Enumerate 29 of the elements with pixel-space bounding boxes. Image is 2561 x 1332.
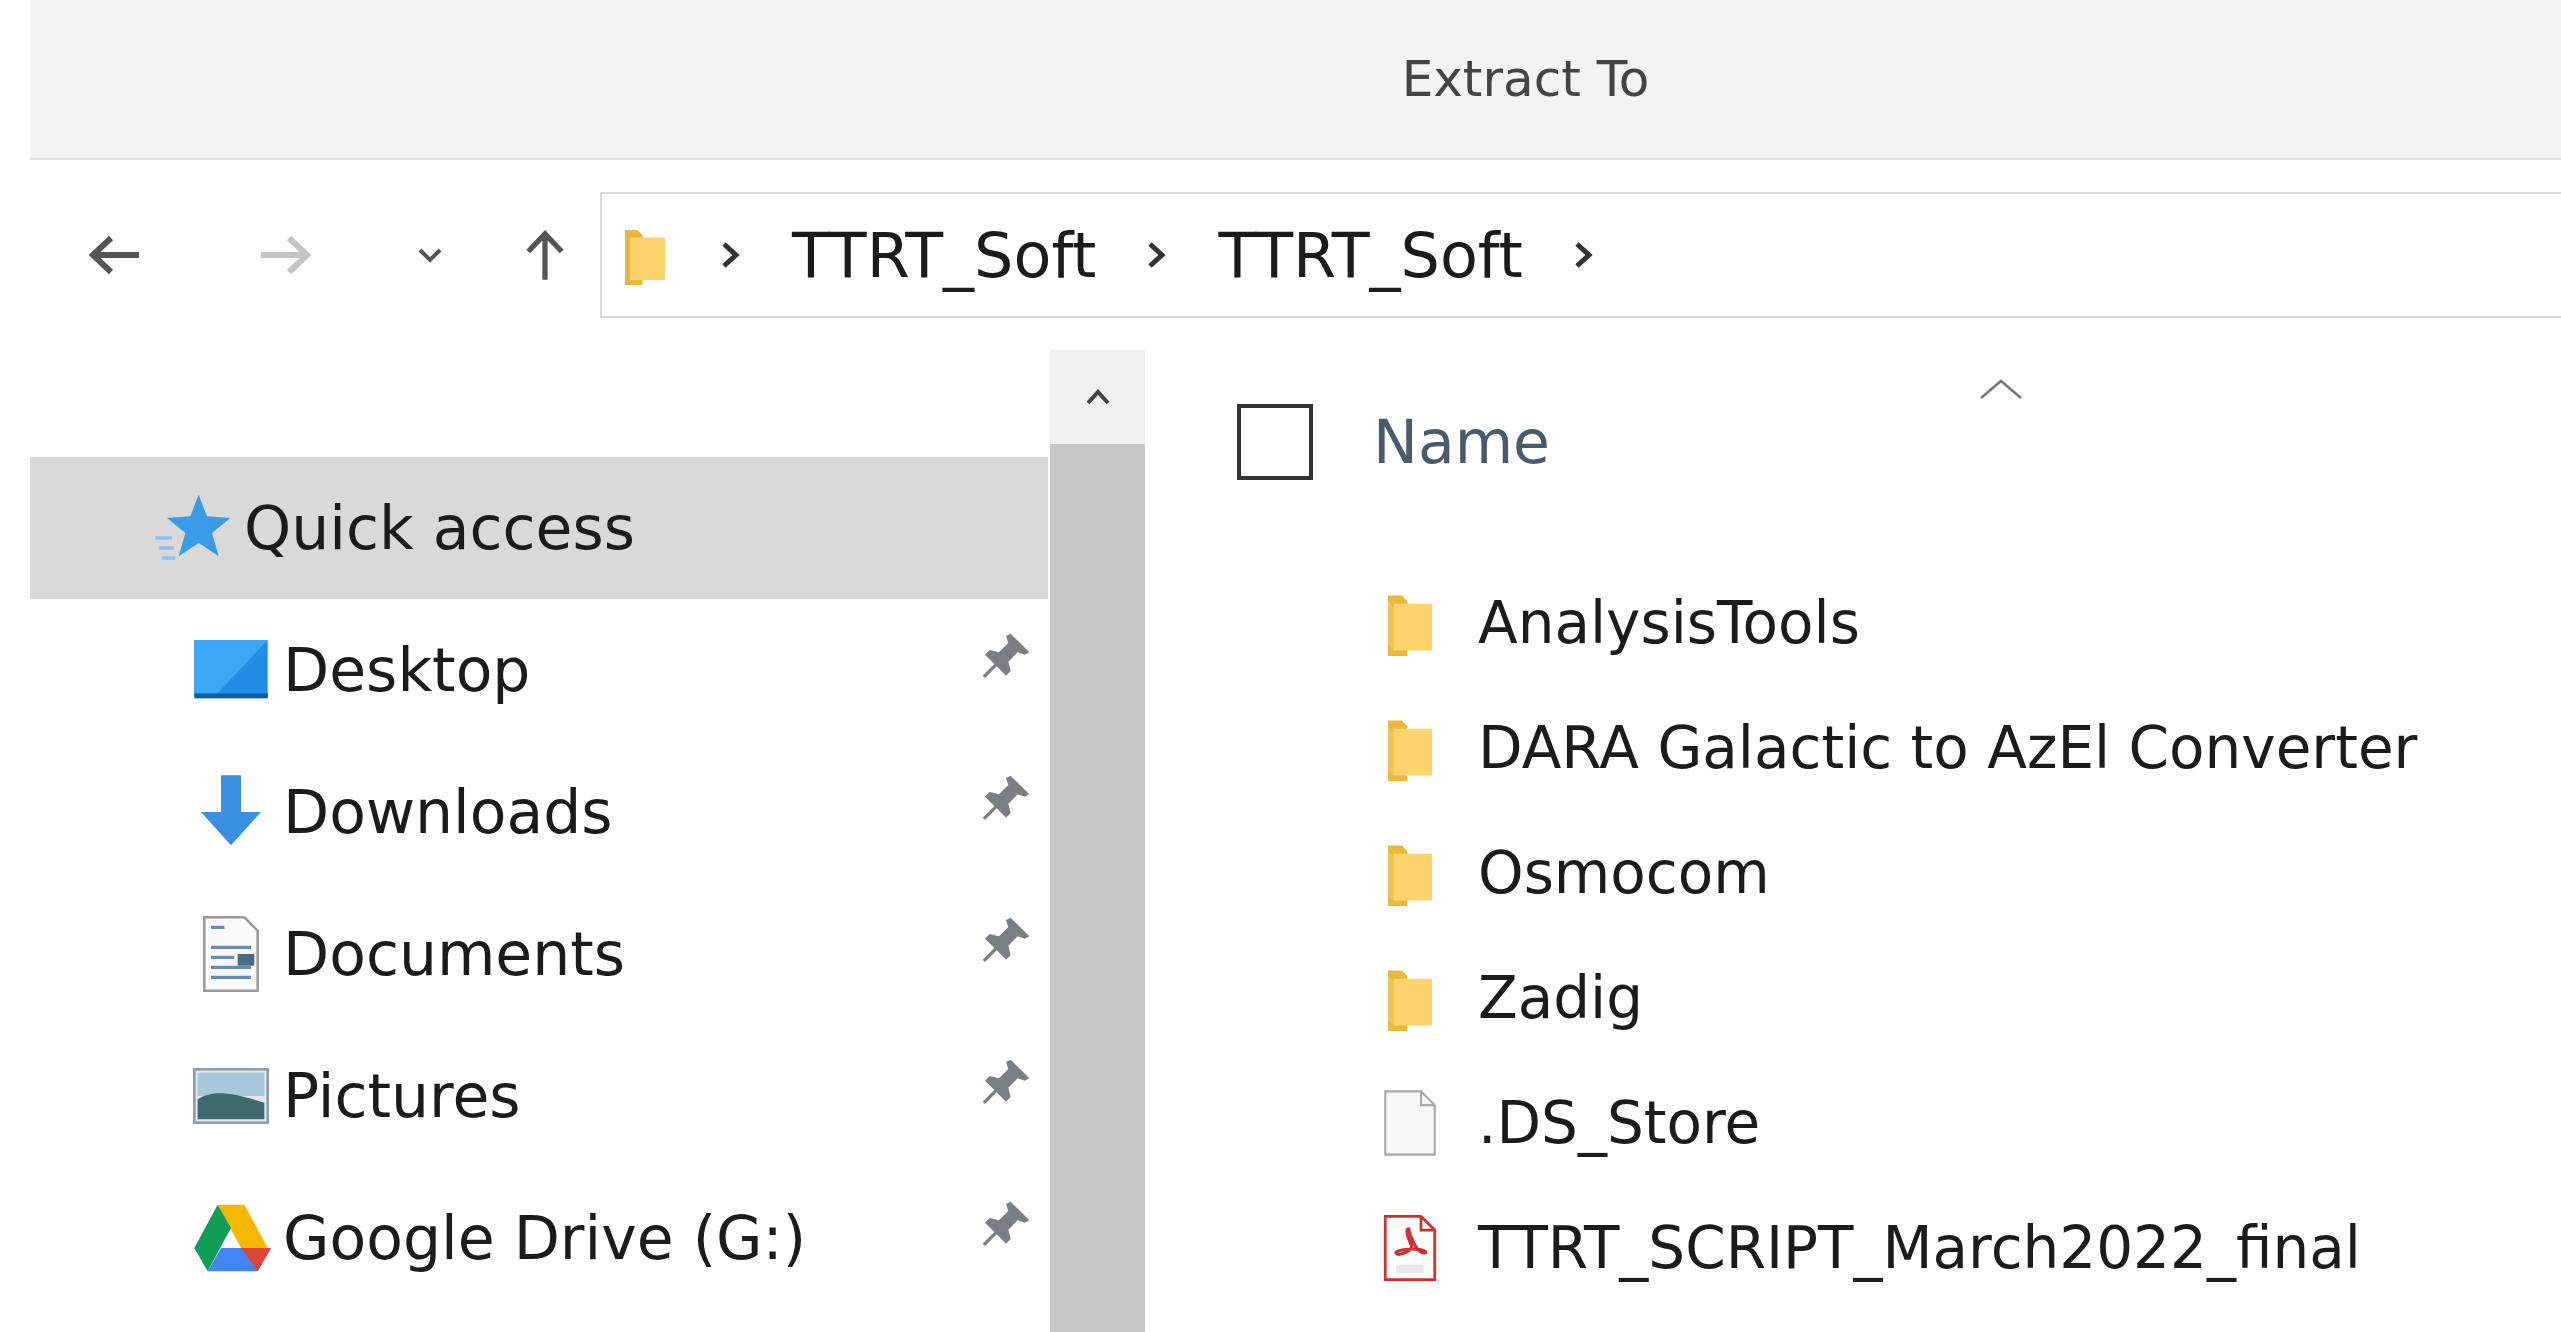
select-all-checkbox[interactable] [1237,404,1313,480]
column-header[interactable]: Name [1373,407,1550,477]
sidebar-item[interactable]: Google Drive (G:) [30,1167,1048,1309]
sidebar-label: Desktop [283,635,531,705]
window-title: Extract To [1401,50,1650,108]
sidebar-item[interactable]: Downloads [30,741,1048,883]
pdf-file-icon [1382,1214,1438,1281]
address-bar[interactable]: TTRT_Soft TTRT_Soft [600,192,2561,318]
file-icon [1382,1089,1438,1156]
sidebar-item[interactable]: Documents [30,883,1048,1025]
file-name[interactable]: DARA Galactic to AzEl Converter [1478,713,2418,782]
breadcrumb[interactable]: TTRT_Soft [1218,218,1523,292]
file-name[interactable]: Osmocom [1478,838,1770,907]
file-name[interactable]: TTRT_SCRIPT_March2022_final [1478,1213,2361,1282]
sidebar-item[interactable]: Quick access [30,457,1048,599]
sidebar-item[interactable]: Pictures [30,1025,1048,1167]
sidebar-label: Documents [283,919,626,989]
sidebar-label: Google Drive (G:) [283,1203,807,1273]
file-name[interactable]: AnalysisTools [1478,588,1860,657]
sidebar-label: Quick access [244,493,635,563]
chevron-icon[interactable] [720,240,742,270]
breadcrumb[interactable]: TTRT_Soft [792,218,1097,292]
file-name[interactable]: Zadig [1478,963,1644,1032]
sidebar-label: Pictures [283,1061,521,1131]
scrollbar[interactable] [1050,350,1145,1332]
chevron-up-icon [1084,388,1111,406]
sidebar-label: Downloads [283,777,613,847]
sidebar-item[interactable]: Desktop [30,599,1048,741]
file-name[interactable]: .DS_Store [1478,1088,1761,1157]
